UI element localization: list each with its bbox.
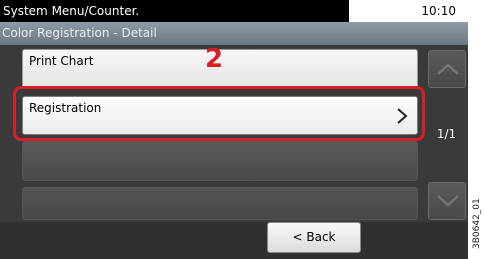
chevron-up-icon	[437, 63, 459, 75]
figure-code-label: 3B0642_01	[472, 198, 482, 249]
screen-title: Color Registration - Detail	[0, 22, 468, 45]
step-highlight-frame	[13, 86, 425, 141]
status-bar: System Menu/Counter. 10:10	[0, 0, 468, 22]
scroll-up-button[interactable]	[428, 50, 466, 88]
print-chart-label: Print Chart	[29, 54, 94, 68]
menu-path: System Menu/Counter.	[0, 0, 349, 22]
scroll-down-button[interactable]	[428, 182, 466, 220]
empty-list-slot	[22, 141, 418, 181]
scroll-panel: 1/1	[425, 45, 468, 222]
step-number: 2	[205, 44, 224, 74]
clock: 10:10	[421, 4, 456, 18]
empty-list-slot	[22, 187, 418, 220]
back-button[interactable]: < Back	[267, 222, 361, 253]
figure-code: 3B0642_01	[469, 190, 485, 254]
bottom-bar: < Back	[0, 222, 468, 259]
page-indicator: 1/1	[436, 127, 457, 141]
chevron-down-icon	[437, 195, 459, 207]
